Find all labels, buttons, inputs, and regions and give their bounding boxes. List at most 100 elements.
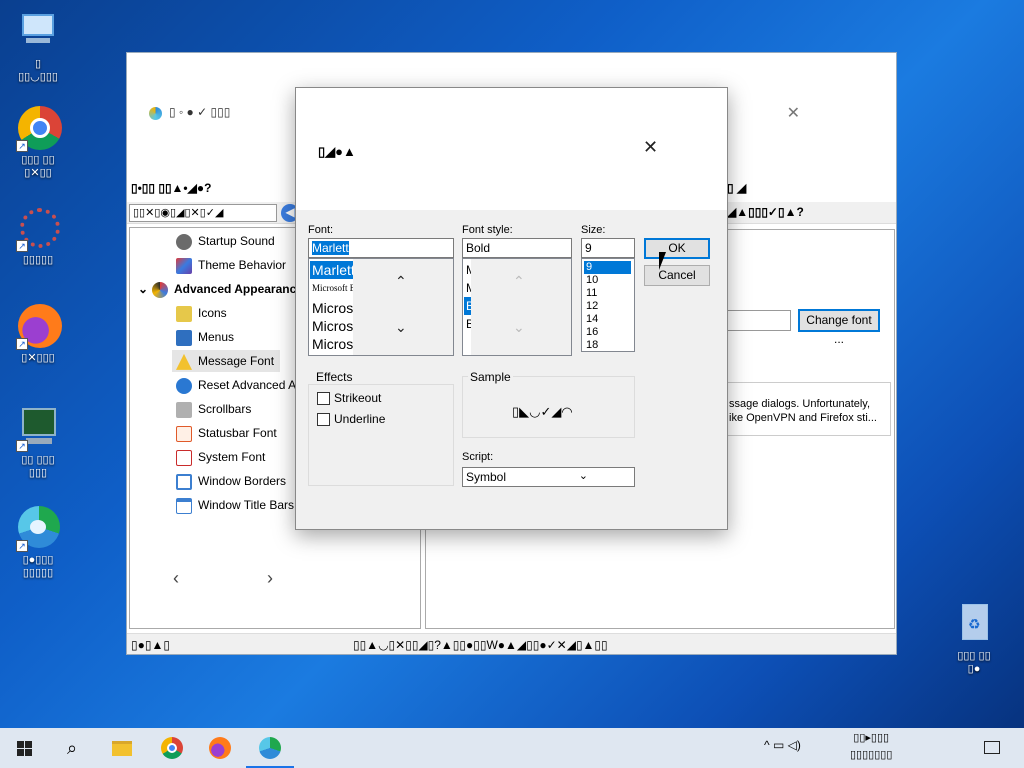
tree-item[interactable]: Theme Behavior bbox=[176, 254, 286, 276]
font-name-field[interactable]: Marlett bbox=[308, 238, 454, 258]
font-name-display bbox=[726, 310, 791, 331]
tree-item[interactable]: Reset Advanced App bbox=[176, 374, 309, 396]
app-icon bbox=[149, 107, 162, 120]
font-list-item[interactable]: Micros bbox=[310, 317, 353, 335]
font-list-item[interactable]: Micros bbox=[310, 299, 353, 317]
size-list-item[interactable]: 10 bbox=[584, 274, 631, 287]
tree-item-label: Window Title Bars bbox=[198, 498, 295, 512]
tree-item[interactable]: System Font bbox=[176, 446, 265, 468]
menu-bar[interactable]: ▯•▯▯ ▯▯▲•◢●? bbox=[131, 181, 211, 195]
sample-text: ▯◣◡✓◢◠ bbox=[512, 404, 573, 419]
cancel-button[interactable]: Cancel bbox=[644, 265, 710, 286]
font-label: Font: bbox=[308, 224, 334, 236]
statusbar-font-icon bbox=[176, 425, 192, 442]
tree-item[interactable]: Icons bbox=[176, 302, 227, 324]
menu-bar-right[interactable]: ▯ ◢ bbox=[727, 181, 746, 195]
tree-item[interactable]: Window Borders bbox=[176, 470, 286, 492]
size-list-item[interactable]: 14 bbox=[584, 313, 631, 326]
scroll-up-icon[interactable]: ⌃ bbox=[395, 273, 407, 290]
size-list-item[interactable]: 12 bbox=[584, 300, 631, 313]
desktop-icon-label: ▯✕▯▯▯ bbox=[21, 352, 55, 364]
clock[interactable]: ▯▯▸▯▯▯ ▯▯▯▯▯▯▯ bbox=[850, 730, 892, 764]
menus-icon bbox=[176, 329, 192, 346]
tree-item[interactable]: Statusbar Font bbox=[176, 422, 277, 444]
effects-label: Effects bbox=[314, 370, 355, 384]
windows-start-icon[interactable] bbox=[10, 734, 38, 762]
size-list[interactable]: 9 10 11 12 14 16 18 bbox=[581, 258, 635, 352]
underline-label: Underline bbox=[334, 412, 386, 426]
font-list-item[interactable]: Micros bbox=[310, 335, 353, 353]
font-style-field[interactable]: Bold bbox=[462, 238, 572, 258]
appearance-icon bbox=[152, 281, 168, 298]
size-list-item[interactable]: 11 bbox=[584, 287, 631, 300]
chrome-icon[interactable] bbox=[158, 734, 186, 762]
shortcut-arrow-icon: ↗ bbox=[16, 540, 28, 552]
underline-checkbox[interactable]: Underline bbox=[317, 412, 386, 427]
status-left[interactable]: ▯●▯▲▯ bbox=[131, 638, 170, 652]
status-right[interactable]: ▯▯▲◡▯✕▯▯◢▯?▲▯▯●▯▯W●▲◢▯▯●✓✕◢▯▲▯▯ bbox=[353, 638, 608, 652]
tree-item[interactable]: Startup Sound bbox=[176, 230, 275, 252]
tree-item-label: Startup Sound bbox=[198, 234, 275, 248]
previous-arrow-icon[interactable]: ‹ bbox=[173, 568, 179, 589]
shortcut-arrow-icon: ↗ bbox=[16, 140, 28, 152]
next-arrow-icon[interactable]: › bbox=[267, 568, 273, 589]
dialog-title-bar: ▯◢●▲ ✕ bbox=[296, 88, 727, 210]
system-tray[interactable]: ^ ▭ ◁) bbox=[764, 738, 801, 752]
ok-button[interactable]: OK bbox=[644, 238, 710, 259]
font-list-item[interactable]: Marlett bbox=[310, 261, 355, 279]
shortcut-arrow-icon: ↗ bbox=[16, 440, 28, 452]
font-list[interactable]: Marlett Microsoft E Micros Micros Micros… bbox=[308, 258, 454, 356]
recycle-bin-icon: ♻ bbox=[952, 602, 996, 646]
font-name-value: Marlett bbox=[312, 241, 349, 255]
size-list-item[interactable]: 18 bbox=[584, 339, 631, 351]
font-list-item[interactable]: Microsoft E bbox=[310, 279, 355, 297]
window-title: ▯ ◦ ● ✓ ▯▯▯ bbox=[169, 105, 231, 119]
toolbar-links[interactable]: ◢▲▯▯▯✓▯▲? bbox=[727, 205, 804, 219]
reset-icon bbox=[176, 377, 192, 394]
scroll-up-icon[interactable]: ⌃ bbox=[513, 273, 525, 290]
firefox-icon[interactable] bbox=[206, 734, 234, 762]
checkbox-icon bbox=[317, 392, 330, 406]
script-select[interactable]: Symbol ⌄ bbox=[462, 467, 635, 487]
desktop-icon-firefox[interactable]: ↗ ▯✕▯▯▯ bbox=[2, 304, 74, 365]
tree-item-label: Advanced Appearance bbox=[174, 282, 303, 296]
desktop-icon-this-pc[interactable]: ▯ ▯▯◡▯▯▯ bbox=[2, 10, 74, 84]
taskbar: ⌕ ^ ▭ ◁) ▯▯▸▯▯▯ ▯▯▯▯▯▯▯ bbox=[0, 728, 1024, 768]
file-explorer-icon[interactable] bbox=[108, 734, 136, 762]
desktop-icon-chrome[interactable]: ↗ ▯▯▯ ▯▯ ▯✕▯▯ bbox=[2, 106, 74, 180]
desktop-icon-edge[interactable]: ↗ ▯●▯▯▯ ▯▯▯▯▯ bbox=[2, 506, 74, 580]
dialog-close-icon[interactable]: ✕ bbox=[643, 137, 658, 158]
tree-item-label: System Font bbox=[198, 450, 266, 464]
change-font-button[interactable]: Change font ... bbox=[798, 309, 880, 346]
desktop-icon-label: ▯▯ ▯▯▯ ▯▯▯ bbox=[21, 454, 55, 479]
task-manager-icon: ↗ bbox=[16, 406, 60, 452]
tree-item[interactable]: Menus bbox=[176, 326, 234, 348]
window-close-icon[interactable]: ✕ bbox=[787, 103, 800, 123]
desktop-icon-settings[interactable]: ↗ ▯▯▯▯▯ bbox=[2, 206, 74, 267]
size-list-item[interactable]: 16 bbox=[584, 326, 631, 339]
desktop-icon-label: ▯●▯▯▯ ▯▯▯▯▯ bbox=[22, 554, 54, 579]
notification-icon[interactable] bbox=[978, 734, 1006, 762]
tree-item[interactable]: Scrollbars bbox=[176, 398, 251, 420]
script-value: Symbol bbox=[466, 470, 507, 484]
edge-icon[interactable] bbox=[256, 734, 284, 762]
checkbox-icon bbox=[317, 413, 330, 427]
size-list-item[interactable]: 9 bbox=[584, 261, 631, 274]
font-style-list[interactable]: M M B B ⌃ ⌄ bbox=[462, 258, 572, 356]
strikeout-checkbox[interactable]: Strikeout bbox=[317, 391, 381, 406]
tree-item[interactable]: Window Title Bars bbox=[176, 494, 294, 516]
search-input[interactable]: ▯▯✕▯◉▯◢▯✕▯✓◢ bbox=[129, 204, 277, 222]
search-icon[interactable]: ⌕ bbox=[58, 734, 86, 762]
chrome-icon: ↗ bbox=[16, 106, 62, 152]
desktop-icon-task-manager[interactable]: ↗ ▯▯ ▯▯▯ ▯▯▯ bbox=[2, 406, 74, 480]
style-list-scrollbar[interactable]: ⌃ ⌄ bbox=[471, 259, 571, 355]
tree-item-selected[interactable]: Message Font bbox=[172, 350, 281, 372]
font-list-scrollbar[interactable]: ⌃ ⌄ bbox=[353, 259, 453, 355]
desktop-icon-recycle-bin[interactable]: ♻ ▯▯▯ ▯▯ ▯● bbox=[938, 602, 1010, 676]
tree-item-advanced-appearance[interactable]: ⌄ Advanced Appearance bbox=[138, 278, 303, 300]
script-label: Script: bbox=[462, 451, 494, 463]
scroll-down-icon[interactable]: ⌄ bbox=[513, 319, 525, 336]
collapse-chevron-icon: ⌄ bbox=[138, 282, 149, 296]
size-field[interactable]: 9 bbox=[581, 238, 635, 258]
scroll-down-icon[interactable]: ⌄ bbox=[395, 319, 407, 336]
